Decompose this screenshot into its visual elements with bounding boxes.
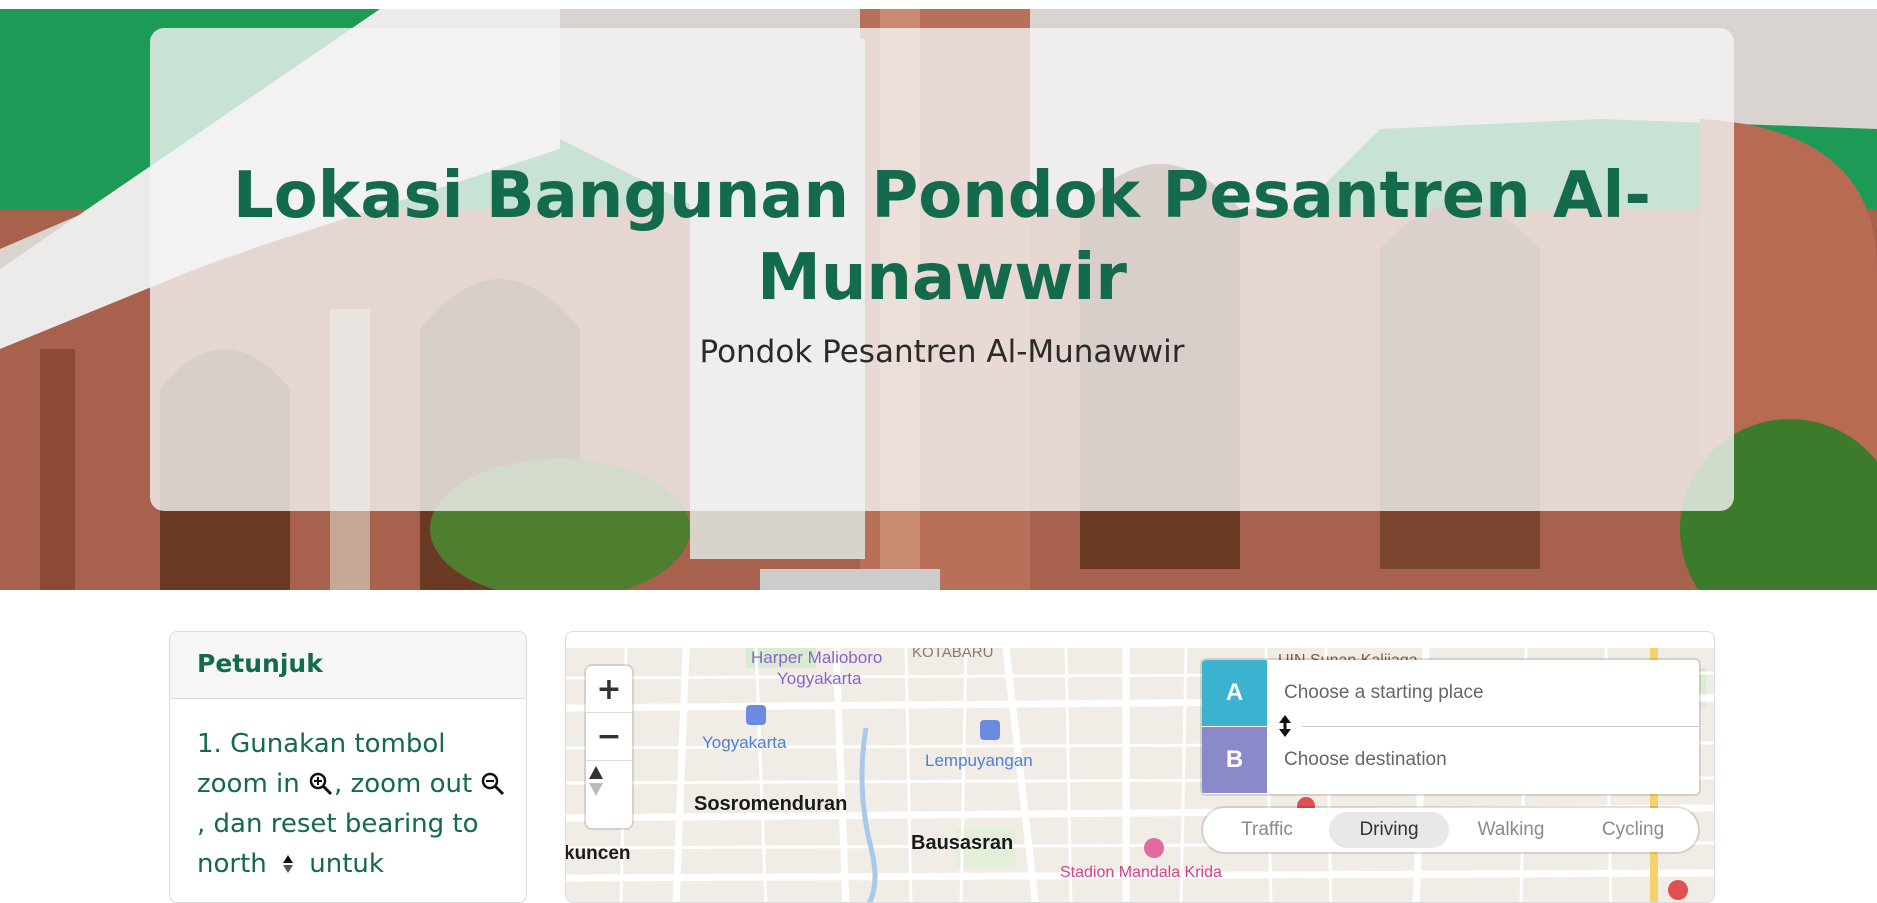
instructions-header: Petunjuk (170, 632, 526, 699)
reset-bearing-button[interactable] (586, 764, 632, 810)
map-label-station-lempuyangan: Lempuyangan (925, 751, 1033, 770)
directions-divider (1302, 726, 1699, 727)
instructions-body: 1. Gunakan tombol zoom in , zoom out , d… (197, 724, 507, 884)
travel-mode-selector: Traffic Driving Walking Cycling (1203, 808, 1698, 852)
mode-walking[interactable]: Walking (1451, 812, 1571, 848)
destination-badge: B (1202, 727, 1267, 793)
map-navigation-control: + − (586, 666, 632, 828)
map-label-station-yogyakarta: Yogyakarta (702, 733, 787, 752)
top-strip (0, 0, 1877, 9)
map-label-bausasran: Bausasran (911, 832, 1014, 854)
mode-driving[interactable]: Driving (1329, 812, 1449, 848)
origin-input[interactable] (1267, 661, 1693, 725)
instruction-text: untuk (301, 849, 384, 879)
map-canvas[interactable]: Harper Malioboro Yogyakarta KOTABARU UIN… (566, 648, 1714, 902)
hero-banner: Lokasi Bangunan Pondok Pesantren Al-Muna… (0, 0, 1877, 590)
compass-icon (589, 766, 603, 796)
instructions-card: Petunjuk 1. Gunakan tombol zoom in , zoo… (169, 631, 527, 903)
map-label-sosromenduran: Sosromenduran (694, 793, 848, 815)
map-label-kotabaru: KOTABARU (912, 648, 994, 661)
directions-panel: A B (1202, 660, 1699, 794)
instructions-title: Petunjuk (197, 649, 323, 678)
zoom-in-button[interactable]: + (586, 666, 632, 712)
map-label-stadion: Stadion Mandala Krida (1060, 864, 1222, 881)
map-label-kuncen: kuncen (566, 843, 631, 864)
mode-cycling[interactable]: Cycling (1573, 812, 1693, 848)
zoom-out-icon (480, 769, 506, 796)
zoom-divider (586, 760, 632, 761)
instruction-text: , zoom out (334, 769, 473, 799)
map-label-yogyakarta-hotel: Yogyakarta (777, 669, 862, 688)
page-title: Lokasi Bangunan Pondok Pesantren Al-Muna… (233, 159, 1651, 315)
origin-badge: A (1202, 660, 1267, 726)
map-label-harper: Harper Malioboro (751, 648, 883, 667)
mode-traffic[interactable]: Traffic (1207, 812, 1327, 848)
map-container: Harper Malioboro Yogyakarta KOTABARU UIN… (565, 631, 1715, 903)
page-subtitle: Pondok Pesantren Al-Munawwir (699, 334, 1185, 370)
bearing-icon (275, 849, 301, 875)
zoom-in-icon (308, 769, 334, 796)
destination-input[interactable] (1267, 728, 1693, 792)
zoom-out-button[interactable]: − (586, 713, 632, 759)
